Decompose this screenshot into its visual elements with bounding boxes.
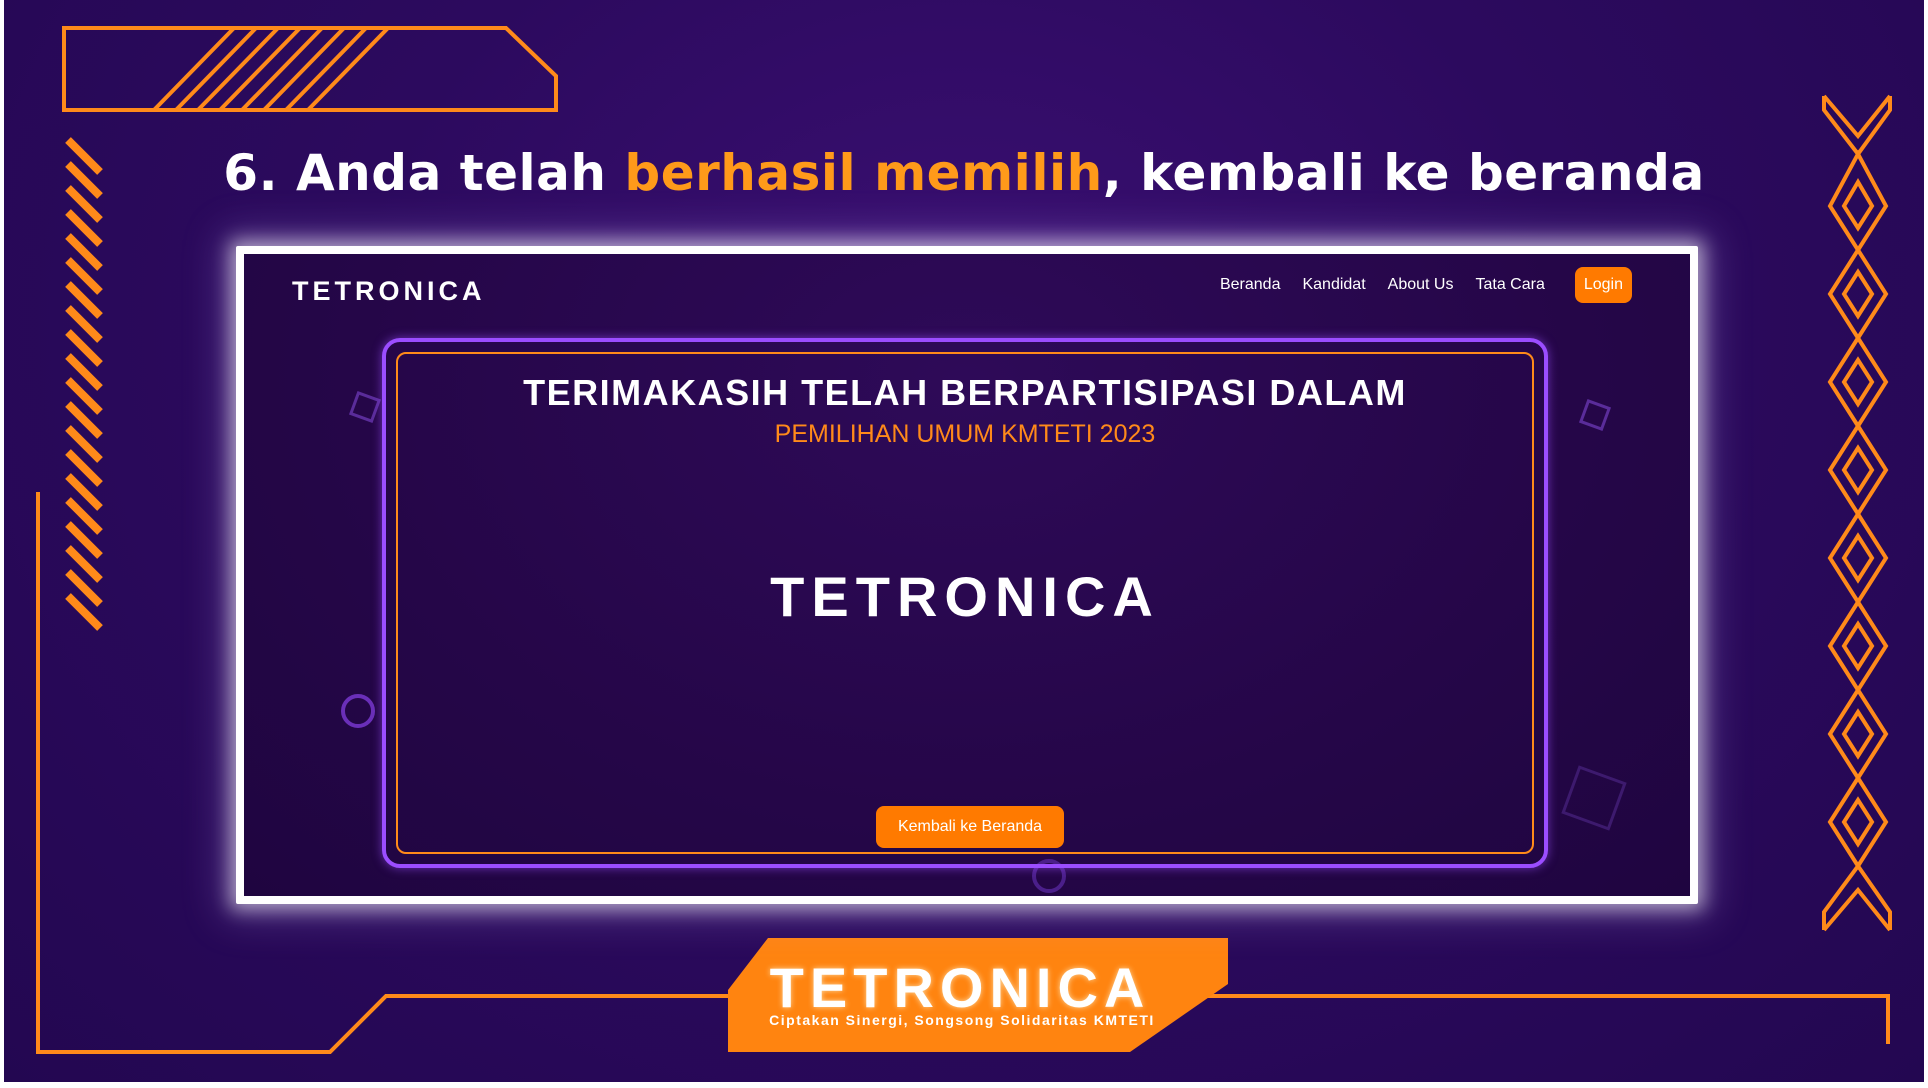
banner-tagline: Ciptakan Sinergi, Songsong Solidaritas K…: [769, 1012, 1155, 1028]
nav-menu: Beranda Kandidat About Us Tata Cara Logi…: [1198, 267, 1632, 303]
thank-you-title: TERIMAKASIH TELAH BERPARTISIPASI DALAM: [523, 372, 1407, 413]
slide-heading: 6. Anda telah berhasil memilih, kembali …: [4, 144, 1924, 202]
slide: 6. Anda telah berhasil memilih, kembali …: [4, 0, 1924, 1082]
nav-logo[interactable]: TETRONICA: [292, 276, 486, 307]
nav-link-about-us[interactable]: About Us: [1388, 276, 1454, 294]
screenshot-frame: TETRONICA Beranda Kandidat About Us Tata…: [236, 246, 1698, 904]
nav-link-kandidat[interactable]: Kandidat: [1302, 276, 1365, 294]
nav-link-beranda[interactable]: Beranda: [1220, 276, 1281, 294]
webpage-view: TETRONICA Beranda Kandidat About Us Tata…: [244, 254, 1690, 896]
nav-link-tata-cara[interactable]: Tata Cara: [1475, 276, 1544, 294]
thank-you-card: TERIMAKASIH TELAH BERPARTISIPASI DALAM P…: [382, 338, 1548, 868]
heading-highlight: berhasil memilih: [624, 144, 1103, 202]
back-to-home-button[interactable]: Kembali ke Beranda: [876, 806, 1064, 848]
thank-you-card-inner: TERIMAKASIH TELAH BERPARTISIPASI DALAM P…: [396, 352, 1534, 854]
login-button[interactable]: Login: [1574, 267, 1632, 303]
election-subtitle: PEMILIHAN UMUM KMTETI 2023: [774, 420, 1156, 448]
banner-logo: TETRONICA: [769, 956, 1151, 1019]
heading-prefix: 6. Anda telah: [223, 144, 625, 202]
heading-suffix: , kembali ke beranda: [1102, 144, 1705, 202]
tetronica-logo: TETRONICA: [770, 565, 1160, 628]
